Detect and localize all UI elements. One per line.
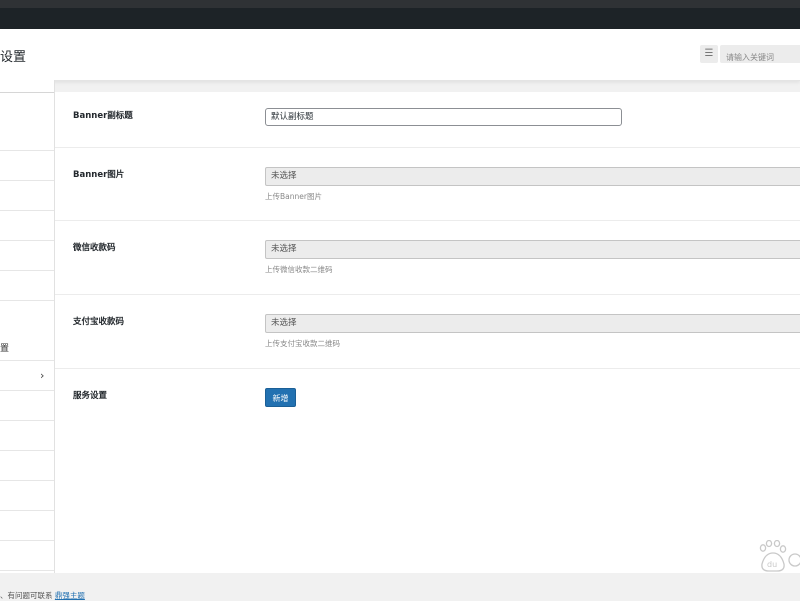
search-box[interactable] — [720, 45, 800, 67]
banner-subtitle-input[interactable]: 默认副标题 — [265, 108, 622, 126]
page-title: 设置 — [0, 50, 27, 65]
chevron-right-icon: › — [40, 369, 45, 382]
sidebar-item[interactable] — [0, 512, 54, 541]
list-icon[interactable]: ☰ — [700, 45, 718, 63]
banner-image-label: Banner图片 — [73, 170, 125, 180]
sidebar-item[interactable] — [0, 242, 54, 271]
wechat-qr-hint: 上传微信收款二维码 — [265, 265, 333, 274]
sidebar-item-settings[interactable]: 置 — [0, 332, 54, 361]
admin-top-bar — [0, 0, 800, 29]
search-input[interactable] — [720, 48, 800, 67]
sidebar: 置 › — [0, 80, 55, 573]
watermark-label: du — [767, 560, 777, 569]
wechat-qr-label: 微信收款码 — [73, 243, 116, 253]
wechat-qr-select[interactable]: 未选择 — [265, 240, 800, 259]
sidebar-item[interactable] — [0, 422, 54, 451]
alipay-qr-hint: 上传支付宝收款二维码 — [265, 339, 340, 348]
banner-subtitle-label: Banner副标题 — [73, 111, 133, 121]
add-service-button[interactable]: 新增 — [265, 388, 296, 407]
sidebar-item[interactable] — [0, 212, 54, 241]
alipay-qr-label: 支付宝收款码 — [73, 317, 125, 327]
form-row-service-settings: 服务设置 新增 — [55, 369, 800, 429]
form-row-banner-subtitle: Banner副标题 默认副标题 — [55, 92, 800, 148]
form-row-banner-image: Banner图片 未选择 上传Banner图片 — [55, 148, 800, 221]
footer-theme-link[interactable]: 鼎强主题 — [55, 591, 85, 600]
sidebar-item[interactable] — [0, 392, 54, 421]
banner-image-hint: 上传Banner图片 — [265, 192, 322, 201]
sidebar-item[interactable] — [0, 182, 54, 211]
footer: 、有问题可联系 鼎强主题 — [0, 573, 800, 600]
sidebar-item[interactable] — [0, 482, 54, 511]
footer-text: 、有问题可联系 鼎强主题 — [0, 591, 85, 600]
sidebar-item[interactable] — [0, 452, 54, 481]
form-row-wechat-qr: 微信收款码 未选择 上传微信收款二维码 — [55, 221, 800, 295]
sidebar-item[interactable] — [0, 122, 54, 151]
sidebar-item[interactable] — [0, 542, 54, 571]
baidu-watermark-icon: du — [759, 540, 800, 572]
sidebar-item[interactable] — [0, 152, 54, 181]
banner-image-select[interactable]: 未选择 — [265, 167, 800, 186]
service-settings-label: 服务设置 — [73, 391, 108, 401]
sidebar-item-expandable[interactable]: › — [0, 362, 54, 391]
page-header: 设置 ☰ — [0, 29, 800, 81]
form-row-alipay-qr: 支付宝收款码 未选择 上传支付宝收款二维码 — [55, 295, 800, 369]
sidebar-item[interactable] — [0, 272, 54, 301]
sidebar-item-top[interactable] — [0, 80, 54, 93]
alipay-qr-select[interactable]: 未选择 — [265, 314, 800, 333]
settings-form: Banner副标题 默认副标题 Banner图片 未选择 上传Banner图片 … — [55, 92, 800, 573]
